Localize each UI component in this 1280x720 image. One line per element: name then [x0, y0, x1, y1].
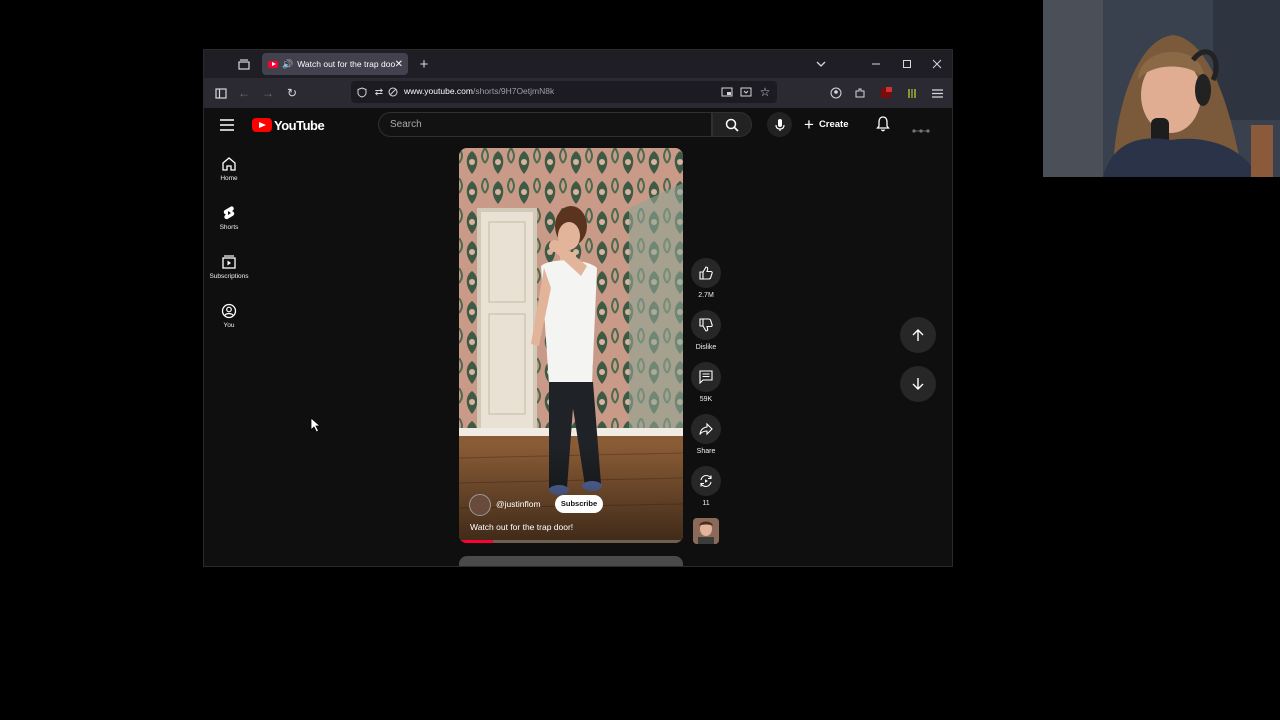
shorts-icon: [223, 206, 235, 220]
youtube-logo-icon: [252, 118, 272, 132]
sound-thumbnail[interactable]: [693, 518, 719, 544]
comment-icon: [699, 370, 713, 384]
sound-thumbnail-image: [693, 518, 719, 544]
comments-count: 59K: [699, 396, 713, 403]
url-bar[interactable]: ⇄ www.youtube.com/shorts/9H7OetjmN8k ☆: [351, 81, 777, 103]
remix-count: 11: [702, 500, 710, 507]
url-path: /shorts/9H7OetjmN8k: [472, 86, 555, 96]
notifications-bell-icon[interactable]: [876, 116, 890, 137]
ublock-extension-icon[interactable]: [876, 83, 896, 103]
microphone-icon: [774, 118, 785, 131]
remix-icon: [700, 474, 712, 488]
tab-bar: 🔊 Watch out for the trap door! ✕ +: [204, 50, 952, 78]
navigation-toolbar: ← → ↻ ⇄ www.youtube.com/shorts/9H7OetjmN…: [204, 78, 952, 108]
dislike-label: Dislike: [695, 344, 717, 351]
sidebar-item-home[interactable]: Home: [204, 156, 259, 182]
voice-search-button[interactable]: [767, 112, 792, 137]
sidebar-item-label: Subscriptions: [209, 273, 249, 280]
home-icon: [222, 157, 236, 171]
like-count: 2.7M: [698, 292, 714, 299]
loading-avatar-icon[interactable]: [912, 121, 930, 139]
subscribe-button[interactable]: Subscribe: [555, 495, 603, 513]
save-to-pocket-icon[interactable]: [736, 82, 756, 102]
tab-overview-icon[interactable]: [234, 54, 254, 74]
tracking-protection-icon[interactable]: [385, 82, 401, 102]
comments-button[interactable]: 59K: [688, 362, 724, 403]
url-host: www.youtube.com: [404, 86, 473, 96]
channel-avatar[interactable]: [469, 494, 491, 516]
equalizer-extension-icon[interactable]: [902, 83, 922, 103]
new-tab-icon[interactable]: +: [414, 54, 434, 74]
forward-icon[interactable]: →: [258, 83, 278, 103]
tab-close-icon[interactable]: ✕: [395, 59, 403, 70]
sidebar-item-subscriptions[interactable]: Subscriptions: [204, 254, 259, 280]
webcam-image: [1043, 0, 1280, 177]
maximize-icon[interactable]: [897, 54, 917, 74]
account-icon[interactable]: [826, 83, 846, 103]
webcam-overlay: [1043, 0, 1280, 177]
picture-in-picture-icon[interactable]: [717, 82, 737, 102]
app-menu-icon[interactable]: [927, 83, 947, 103]
plus-icon: +: [804, 114, 814, 134]
minimize-icon[interactable]: [866, 54, 886, 74]
sidebar-item-label: You: [223, 322, 235, 329]
create-label: Create: [818, 119, 849, 130]
sidebar-item-you[interactable]: You: [204, 303, 259, 329]
search-button[interactable]: [712, 112, 752, 137]
window-close-icon[interactable]: [927, 54, 947, 74]
thumbs-down-icon: [699, 318, 713, 332]
sidebar-item-shorts[interactable]: Shorts: [204, 205, 259, 231]
youtube-logo-text: YouTube: [274, 117, 325, 133]
youtube-page: YouTube Search + Create Home Shorts Subs…: [204, 108, 952, 566]
search-input[interactable]: Search: [378, 112, 712, 137]
search-icon: [725, 118, 739, 132]
reload-icon[interactable]: ↻: [282, 83, 302, 103]
browser-window: 🔊 Watch out for the trap door! ✕ + ← → ↻: [203, 49, 953, 567]
extensions-icon[interactable]: [850, 83, 870, 103]
short-video-player[interactable]: @justinflom Subscribe Watch out for the …: [459, 148, 683, 543]
shield-icon[interactable]: [353, 82, 371, 102]
sidebar-item-label: Home: [220, 175, 238, 182]
speaker-icon[interactable]: 🔊: [282, 59, 293, 70]
sidebar-toggle-icon[interactable]: [211, 83, 231, 103]
progress-track[interactable]: [459, 540, 683, 543]
bookmark-star-icon[interactable]: ☆: [755, 82, 775, 102]
list-tabs-chevron-icon[interactable]: [811, 54, 831, 74]
short-caption: Watch out for the trap door!: [470, 522, 574, 532]
video-frame: [459, 148, 683, 543]
like-button[interactable]: 2.7M: [688, 258, 724, 299]
tab-title: Watch out for the trap door!: [297, 59, 395, 69]
thumbs-up-icon: [699, 266, 713, 280]
mouse-cursor-icon: [310, 417, 322, 438]
arrow-down-icon: [912, 378, 924, 390]
dislike-button[interactable]: Dislike: [688, 310, 724, 351]
share-label: Share: [696, 448, 716, 455]
share-arrow-icon: [699, 422, 713, 436]
share-button[interactable]: Share: [688, 414, 724, 455]
progress-fill: [459, 540, 493, 543]
remix-button[interactable]: 11: [688, 466, 724, 507]
next-short-preview[interactable]: [459, 556, 683, 566]
arrow-up-icon: [912, 329, 924, 341]
guide-menu-icon[interactable]: [220, 118, 234, 136]
you-icon: [221, 303, 237, 319]
back-icon[interactable]: ←: [234, 83, 254, 103]
url-text[interactable]: www.youtube.com/shorts/9H7OetjmN8k: [404, 86, 554, 96]
tab-active[interactable]: 🔊 Watch out for the trap door! ✕: [262, 53, 408, 75]
youtube-logo[interactable]: YouTube: [252, 116, 325, 134]
youtube-favicon-icon: [268, 60, 278, 68]
previous-short-button[interactable]: [900, 317, 936, 353]
create-button[interactable]: + Create: [804, 112, 862, 137]
subscriptions-icon: [222, 255, 236, 269]
channel-name[interactable]: @justinflom: [496, 499, 541, 509]
sidebar-item-label: Shorts: [219, 224, 239, 231]
next-short-button[interactable]: [900, 366, 936, 402]
